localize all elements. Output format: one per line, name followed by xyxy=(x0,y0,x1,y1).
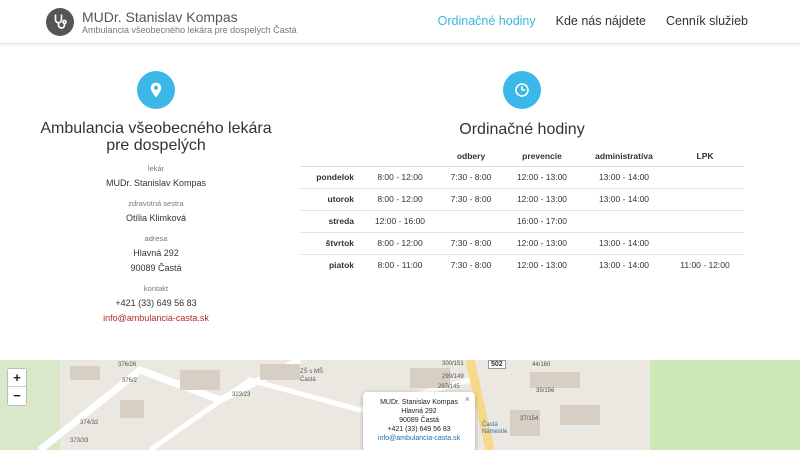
contact-label: kontakt xyxy=(143,284,169,293)
day-cell: utorok xyxy=(300,188,360,211)
location-map[interactable]: 376/26 376/2 323/23 374/32 373/33 ZŠ s M… xyxy=(0,360,800,450)
map-marker-icon xyxy=(137,71,175,109)
hours-cell: 7:30 - 8:00 xyxy=(440,232,502,255)
phone-number[interactable]: +421 (33) 649 56 83 xyxy=(40,297,272,309)
nurse-name: Otília Klimková xyxy=(125,213,187,223)
map-label: 297/145 xyxy=(438,384,460,390)
table-row: piatok 8:00 - 11:00 7:30 - 8:00 12:00 - … xyxy=(300,254,744,276)
hours-cell: 8:00 - 12:00 xyxy=(360,232,440,255)
hours-cell: 13:00 - 14:00 xyxy=(582,166,666,189)
column-header: LPK xyxy=(666,146,744,167)
road-number-badge: 502 xyxy=(488,360,506,369)
zoom-in-button[interactable]: + xyxy=(8,369,26,387)
popup-email-link[interactable]: info@ambulancia-casta.sk xyxy=(363,434,475,443)
column-header xyxy=(300,146,360,167)
doctor-label: lekár xyxy=(147,164,165,173)
stethoscope-icon[interactable] xyxy=(46,8,74,36)
clock-icon xyxy=(503,71,541,109)
hours-cell: 16:00 - 17:00 xyxy=(502,210,582,233)
popup-street: Hlavná 292 xyxy=(401,408,437,415)
hours-cell: 11:00 - 12:00 xyxy=(680,260,730,271)
map-popup: × MUDr. Stanislav Kompas Hlavná 292 9008… xyxy=(363,392,475,450)
hours-cell xyxy=(666,232,744,255)
map-label: 376/2 xyxy=(122,378,138,384)
hours-cell: 8:00 - 11:00 xyxy=(377,260,423,271)
map-label: 376/26 xyxy=(118,362,137,368)
map-label: ZŠ s MŠ Častá xyxy=(300,369,324,383)
map-zoom-control: + − xyxy=(7,368,27,406)
nav-item-location[interactable]: Kde nás nájdete xyxy=(556,14,646,28)
table-header-row: odbery prevencie administratíva LPK xyxy=(300,146,744,167)
table-row: utorok 8:00 - 12:00 7:30 - 8:00 12:00 - … xyxy=(300,188,744,211)
hours-title: Ordinačné hodiny xyxy=(459,121,585,138)
column-header xyxy=(360,146,440,167)
contact-info: Ambulancia všeobecného lekára pre dospel… xyxy=(40,120,272,324)
hours-cell: 13:00 - 14:00 xyxy=(598,260,650,271)
hours-cell: 7:30 - 8:00 xyxy=(450,260,492,271)
hours-cell: 12:00 - 13:00 xyxy=(502,166,582,189)
main-nav: Ordinačné hodiny Kde nás nájdete Cenník … xyxy=(438,14,748,28)
table-row: streda 12:00 - 16:00 16:00 - 17:00 xyxy=(300,210,744,233)
address-label: adresa xyxy=(144,234,168,243)
email-link[interactable]: info@ambulancia-casta.sk xyxy=(40,312,272,324)
map-label: 37/154 xyxy=(520,416,539,422)
nav-item-prices[interactable]: Cenník služieb xyxy=(666,14,748,28)
map-label: 300/151 xyxy=(442,361,464,367)
clinic-heading: Ambulancia všeobecného lekára pre dospel… xyxy=(40,120,272,154)
hours-cell: 8:00 - 12:00 xyxy=(360,166,440,189)
hours-cell: 7:30 - 8:00 xyxy=(440,188,502,211)
nurse-label: zdravotná sestra xyxy=(128,199,184,208)
zoom-out-button[interactable]: − xyxy=(8,387,26,405)
nav-item-office-hours[interactable]: Ordinačné hodiny xyxy=(438,14,536,28)
hours-cell: 12:00 - 16:00 xyxy=(360,210,440,233)
column-header: prevencie xyxy=(502,146,582,167)
site-header: MUDr. Stanislav Kompas Ambulancia všeobe… xyxy=(0,0,800,44)
map-label: 374/32 xyxy=(80,420,99,426)
map-label: 323/23 xyxy=(232,392,251,398)
hours-cell: 12:00 - 13:00 xyxy=(516,260,568,271)
hours-cell xyxy=(666,166,744,189)
address-city: 90089 Častá xyxy=(130,263,182,273)
hours-cell xyxy=(666,188,744,211)
day-cell: štvrtok xyxy=(300,232,360,255)
hours-cell: 12:00 - 13:00 xyxy=(502,232,582,255)
office-hours-table: odbery prevencie administratíva LPK pond… xyxy=(300,146,744,276)
map-label: Častá Námestie xyxy=(482,422,508,435)
map-label: 35/156 xyxy=(536,388,555,394)
hours-cell: 13:00 - 14:00 xyxy=(582,232,666,255)
day-cell: pondelok xyxy=(300,166,360,189)
column-header: administratíva xyxy=(582,146,666,167)
hours-cell xyxy=(440,210,502,233)
site-subtitle: Ambulancia všeobecného lekára pre dospel… xyxy=(82,25,297,35)
map-label: 44/160 xyxy=(532,362,551,368)
close-icon[interactable]: × xyxy=(465,394,470,404)
hours-cell xyxy=(582,210,666,233)
hours-cell: 12:00 - 13:00 xyxy=(502,188,582,211)
hours-cell xyxy=(666,210,744,233)
day-cell: streda xyxy=(300,210,360,233)
map-label: 299/149 xyxy=(442,374,464,380)
hours-cell: 8:00 - 12:00 xyxy=(360,188,440,211)
popup-phone: +421 (33) 649 56 83 xyxy=(387,426,451,433)
hours-cell: 13:00 - 14:00 xyxy=(582,188,666,211)
table-row: pondelok 8:00 - 12:00 7:30 - 8:00 12:00 … xyxy=(300,166,744,189)
map-label: 373/33 xyxy=(70,438,89,444)
popup-city: 90089 Častá xyxy=(399,417,439,424)
column-header: odbery xyxy=(440,146,502,167)
table-row: štvrtok 8:00 - 12:00 7:30 - 8:00 12:00 -… xyxy=(300,232,744,255)
popup-name: MUDr. Stanislav Kompas xyxy=(380,399,458,406)
hours-cell: 7:30 - 8:00 xyxy=(440,166,502,189)
site-title[interactable]: MUDr. Stanislav Kompas xyxy=(82,9,238,25)
day-cell: piatok xyxy=(328,260,354,271)
doctor-name: MUDr. Stanislav Kompas xyxy=(105,178,207,188)
address-street: Hlavná 292 xyxy=(133,248,179,258)
